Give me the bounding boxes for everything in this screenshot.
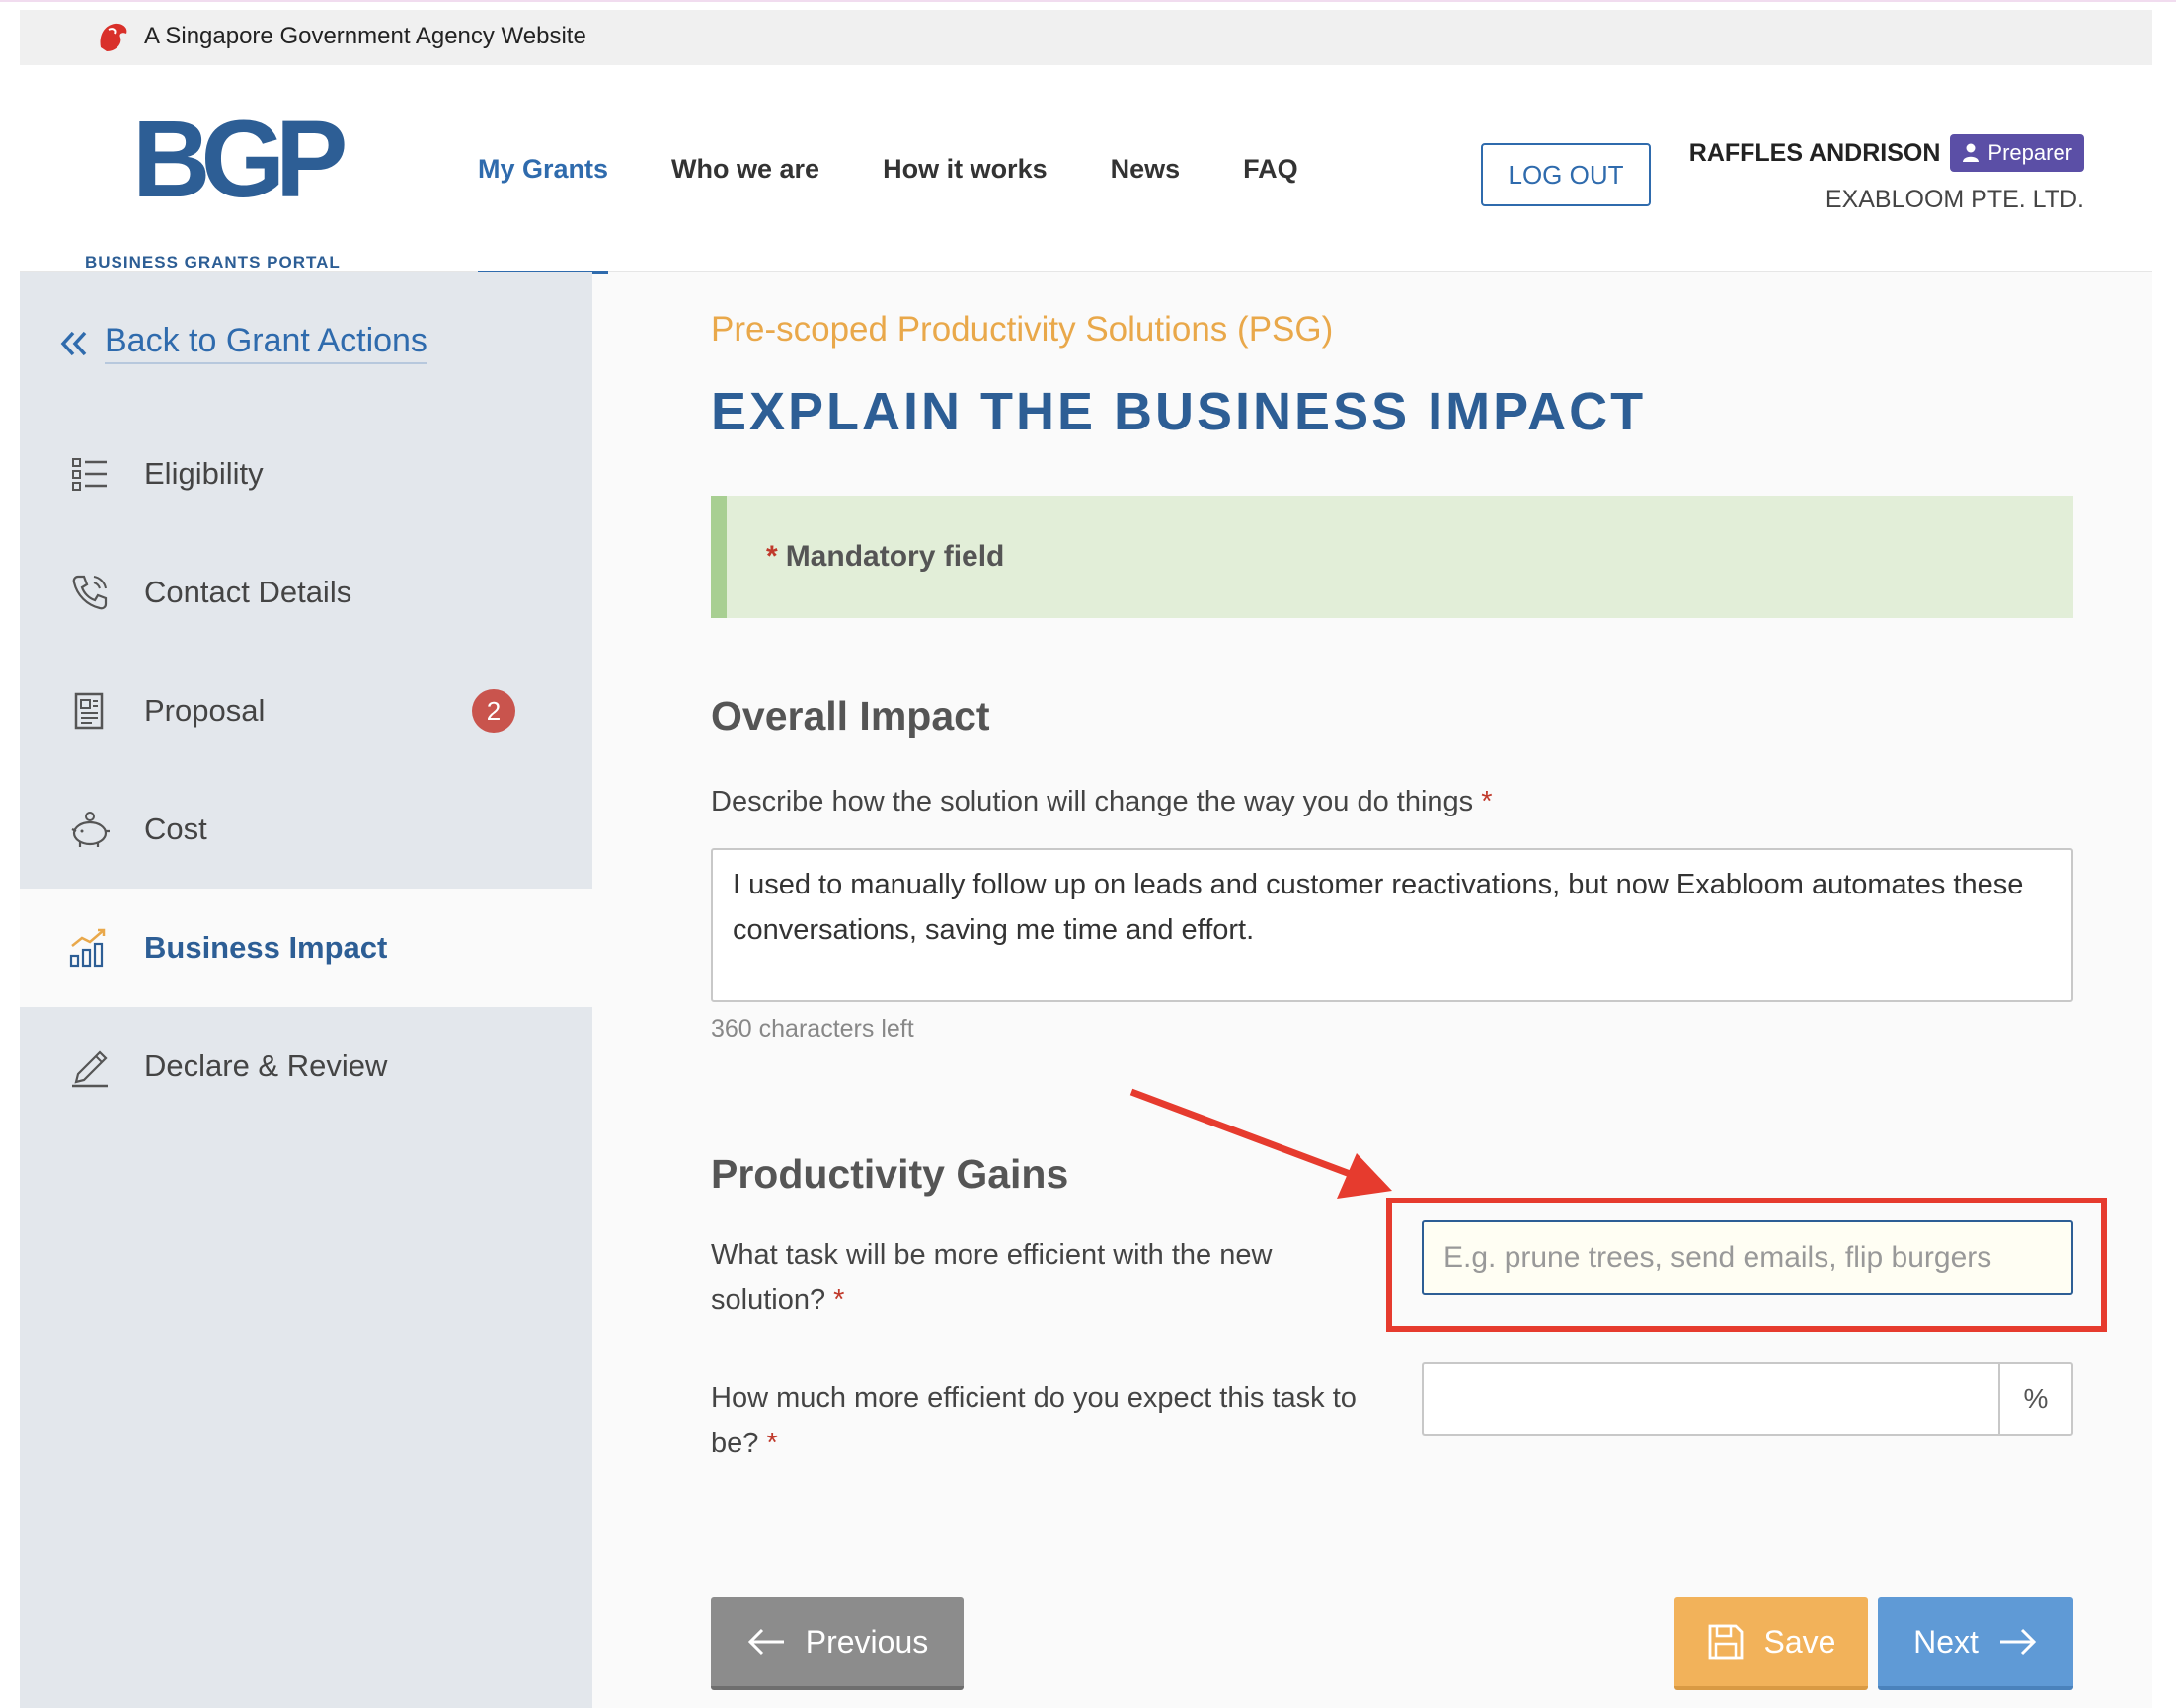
task-label-text: What task will be more efficient with th… bbox=[711, 1239, 1273, 1316]
mandatory-notice: * Mandatory field bbox=[711, 496, 2073, 618]
required-asterisk: * bbox=[766, 540, 778, 573]
overall-impact-label-text: Describe how the solution will change th… bbox=[711, 786, 1474, 817]
user-name-row: RAFFLES ANDRISON Preparer bbox=[1689, 134, 2084, 172]
next-label: Next bbox=[1913, 1623, 1979, 1660]
sidebar-item-declare-review[interactable]: Declare & Review bbox=[20, 1007, 592, 1126]
main-content: Pre-scoped Productivity Solutions (PSG) … bbox=[592, 272, 2152, 1708]
grant-name: Pre-scoped Productivity Solutions (PSG) bbox=[711, 310, 1334, 349]
sidebar-item-label: Cost bbox=[144, 812, 207, 846]
arrow-right-icon bbox=[1999, 1628, 2037, 1656]
pen-icon bbox=[65, 1042, 115, 1091]
logout-button[interactable]: LOG OUT bbox=[1481, 143, 1651, 206]
logo-tagline: BUSINESS GRANTS PORTAL bbox=[85, 253, 341, 272]
double-chevron-left-icon bbox=[60, 331, 87, 355]
logo-mark: BGP bbox=[132, 99, 348, 220]
masthead-text: A Singapore Government Agency Website bbox=[144, 23, 586, 49]
screenshot-frame: A Singapore Government Agency Website BG… bbox=[0, 0, 2176, 1708]
main-nav: My Grants Who we are How it works News F… bbox=[458, 65, 1342, 274]
overall-impact-heading: Overall Impact bbox=[711, 693, 990, 738]
nav-who-we-are[interactable]: Who we are bbox=[652, 65, 839, 272]
required-asterisk: * bbox=[833, 1284, 845, 1316]
sidebar: Back to Grant Actions Eligibility Contac… bbox=[20, 272, 592, 1708]
characters-left: 360 characters left bbox=[711, 1015, 914, 1043]
top-strip bbox=[0, 0, 2176, 10]
required-asterisk: * bbox=[766, 1428, 778, 1459]
arrow-left-icon bbox=[747, 1628, 784, 1656]
back-link-label: Back to Grant Actions bbox=[105, 322, 427, 364]
efficiency-label: How much more efficient do you expect th… bbox=[711, 1375, 1382, 1466]
sidebar-item-cost[interactable]: Cost bbox=[20, 770, 592, 889]
task-label: What task will be more efficient with th… bbox=[711, 1232, 1362, 1323]
floppy-disk-icon bbox=[1708, 1624, 1743, 1660]
phone-icon bbox=[65, 568, 115, 617]
sidebar-item-business-impact[interactable]: Business Impact bbox=[20, 889, 592, 1007]
sidebar-item-label: Business Impact bbox=[144, 930, 388, 965]
required-asterisk: * bbox=[1481, 786, 1493, 817]
efficiency-label-text: How much more efficient do you expect th… bbox=[711, 1382, 1357, 1459]
site-header: BGP BUSINESS GRANTS PORTAL My Grants Who… bbox=[20, 65, 2152, 274]
user-info: RAFFLES ANDRISON Preparer EXABLOOM PTE. … bbox=[1689, 134, 2084, 214]
sidebar-item-contact-details[interactable]: Contact Details bbox=[20, 533, 592, 652]
piggy-bank-icon bbox=[65, 805, 115, 854]
document-icon bbox=[65, 686, 115, 736]
sidebar-item-label: Declare & Review bbox=[144, 1048, 388, 1083]
overall-impact-label: Describe how the solution will change th… bbox=[711, 779, 1501, 824]
nav-how-it-works[interactable]: How it works bbox=[863, 65, 1067, 272]
sidebar-item-proposal[interactable]: Proposal 2 bbox=[20, 652, 592, 770]
previous-button[interactable]: Previous bbox=[711, 1597, 964, 1690]
role-label: Preparer bbox=[1987, 140, 2072, 165]
nav-my-grants[interactable]: My Grants bbox=[458, 65, 628, 274]
role-badge: Preparer bbox=[1950, 134, 2084, 172]
productivity-gains-heading: Productivity Gains bbox=[711, 1151, 1069, 1197]
next-button[interactable]: Next bbox=[1878, 1597, 2073, 1690]
save-label: Save bbox=[1763, 1623, 1836, 1660]
mandatory-notice-text: Mandatory field bbox=[785, 540, 1005, 573]
company-name: EXABLOOM PTE. LTD. bbox=[1825, 186, 2084, 213]
previous-label: Previous bbox=[805, 1623, 929, 1660]
user-icon bbox=[1963, 143, 1980, 162]
annotation-arrow bbox=[1129, 1088, 1392, 1199]
sidebar-item-label: Eligibility bbox=[144, 456, 264, 491]
back-to-grant-actions-link[interactable]: Back to Grant Actions bbox=[59, 322, 427, 364]
nav-faq[interactable]: FAQ bbox=[1223, 65, 1318, 272]
sidebar-item-label: Contact Details bbox=[144, 575, 352, 609]
user-name: RAFFLES ANDRISON bbox=[1688, 138, 1941, 167]
save-button[interactable]: Save bbox=[1674, 1597, 1868, 1690]
bar-chart-icon bbox=[65, 923, 115, 972]
page: A Singapore Government Agency Website BG… bbox=[20, 10, 2152, 1708]
gov-masthead: A Singapore Government Agency Website bbox=[20, 10, 2152, 65]
nav-news[interactable]: News bbox=[1091, 65, 1201, 272]
lion-head-icon bbox=[100, 23, 127, 51]
list-icon bbox=[65, 449, 115, 499]
task-input[interactable] bbox=[1422, 1220, 2073, 1295]
percent-addon: % bbox=[1998, 1362, 2073, 1436]
page-title: EXPLAIN THE BUSINESS IMPACT bbox=[711, 382, 1647, 441]
efficiency-input[interactable] bbox=[1422, 1362, 1998, 1436]
bgp-logo[interactable]: BGP BUSINESS GRANTS PORTAL bbox=[85, 99, 361, 272]
sidebar-item-eligibility[interactable]: Eligibility bbox=[20, 415, 592, 533]
proposal-count-badge: 2 bbox=[472, 689, 515, 733]
sidebar-item-label: Proposal bbox=[144, 693, 266, 728]
overall-impact-textarea[interactable] bbox=[711, 848, 2073, 1002]
